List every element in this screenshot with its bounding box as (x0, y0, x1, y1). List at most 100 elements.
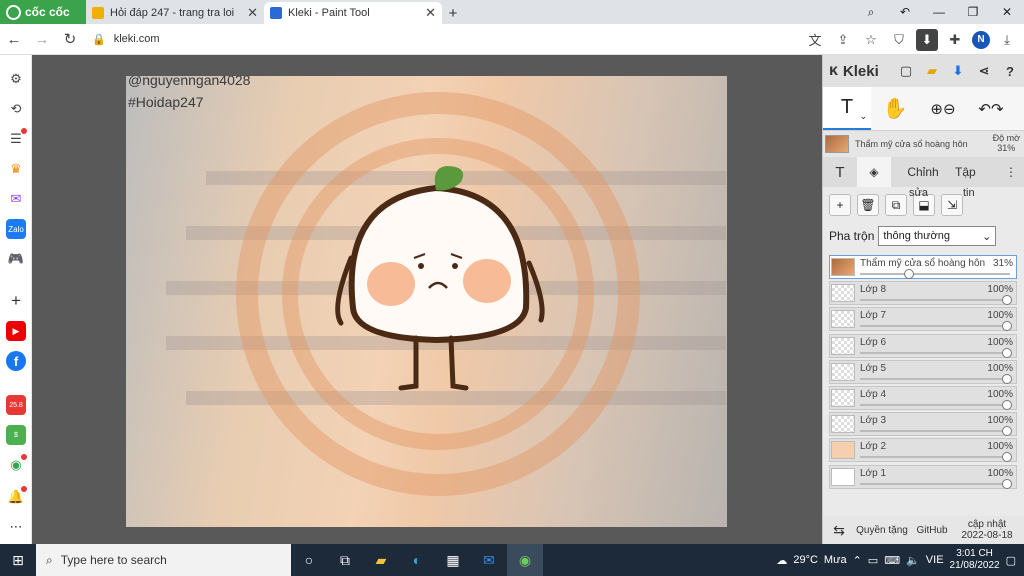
facebook-icon[interactable]: f (6, 351, 26, 371)
back-arrow-icon[interactable]: ← (0, 25, 28, 53)
layer-opacity-slider[interactable] (860, 299, 1010, 302)
tab-file[interactable]: Tập (955, 157, 976, 187)
game-controller-icon[interactable]: 🎮 (6, 249, 26, 269)
coccoc-menu-button[interactable]: cốc cốc (0, 0, 86, 24)
slider-knob[interactable] (1002, 452, 1012, 463)
layer-opacity-slider[interactable] (860, 351, 1010, 354)
tab-text-icon[interactable]: T (823, 157, 857, 187)
crown-icon[interactable]: ♛ (6, 159, 26, 179)
more-icon[interactable]: ⋯ (6, 517, 26, 537)
slider-knob[interactable] (1002, 426, 1012, 437)
history-icon[interactable]: ⟲ (6, 99, 26, 119)
reload-icon[interactable]: ↻ (56, 25, 84, 53)
back-history-icon[interactable]: ↶ (888, 0, 922, 24)
bookmark-star-icon[interactable]: ☆ (860, 29, 882, 51)
slider-knob[interactable] (1002, 347, 1012, 358)
youtube-icon[interactable]: ▶ (6, 321, 26, 341)
duplicate-layer-icon[interactable]: ⧉ (885, 194, 907, 216)
layer-item[interactable]: Lớp 1 100% (829, 464, 1017, 489)
shield-icon[interactable]: ⛉ (888, 29, 910, 51)
close-window-icon[interactable]: ✕ (990, 0, 1024, 24)
layer-opacity-slider[interactable] (860, 404, 1010, 406)
restore-icon[interactable]: ❐ (956, 0, 990, 24)
slider-knob[interactable] (904, 269, 915, 279)
zoom-in-out-icon[interactable]: ⊕⊖ (919, 87, 967, 130)
save-download-icon[interactable]: ⬇ (948, 61, 968, 81)
shopping-icon[interactable]: 25.8 (6, 395, 26, 415)
help-icon[interactable]: ? (1000, 61, 1020, 81)
url-field[interactable]: 🔒 kleki.com (92, 28, 782, 50)
layer-opacity-slider[interactable] (860, 273, 1010, 275)
windows-start-icon[interactable]: ⊞ (0, 544, 36, 576)
site-info-icon[interactable]: 🔒 (92, 33, 106, 46)
github-link[interactable]: GitHub (909, 525, 955, 536)
slider-knob[interactable] (1002, 295, 1012, 306)
mail-icon[interactable]: ✉ (471, 544, 507, 576)
chevron-up-icon[interactable]: ⌃ (853, 554, 862, 567)
tab-kleki[interactable]: Kleki - Paint Tool ✕ (264, 2, 442, 24)
edge-icon[interactable]: ◐ (399, 544, 435, 576)
layer-opacity-slider[interactable] (860, 377, 1010, 380)
tab-search-icon[interactable]: ⌕ (854, 0, 888, 24)
settings-gear-icon[interactable]: ⚙ (6, 69, 26, 89)
taskbar-search[interactable]: ⌕ Type here to search (36, 544, 291, 576)
tab-layers-icon[interactable]: ◈ (857, 157, 891, 187)
forward-arrow-icon[interactable]: → (28, 25, 56, 53)
slider-knob[interactable] (1002, 321, 1012, 332)
minimize-icon[interactable]: — (922, 0, 956, 24)
layer-item[interactable]: Lớp 3 100% (829, 412, 1017, 437)
coccoc-map-icon[interactable]: ◉ (6, 454, 27, 475)
new-image-icon[interactable]: ▢ (896, 61, 916, 81)
layer-opacity-slider[interactable] (860, 430, 1010, 433)
extensions-icon[interactable]: ✚ (944, 29, 966, 51)
slider-knob[interactable] (1002, 478, 1012, 489)
layer-item[interactable]: Lớp 2 100% (829, 438, 1017, 463)
new-tab-button[interactable]: + (442, 2, 464, 24)
zalo-icon[interactable]: Zalo (6, 219, 26, 239)
layer-item[interactable]: Lớp 6 100% (829, 333, 1017, 358)
cortana-icon[interactable]: ○ (291, 544, 327, 576)
translate-icon[interactable]: 文 (804, 29, 826, 51)
profile-avatar[interactable]: N (972, 30, 990, 49)
reading-list-icon[interactable]: ☰ (6, 128, 27, 149)
tab-more-icon[interactable]: ⋮ (1001, 157, 1021, 187)
slider-knob[interactable] (1002, 373, 1012, 384)
add-sidebar-item-icon[interactable]: + (6, 291, 26, 311)
downloads-icon[interactable]: ⤓ (996, 29, 1018, 51)
layer-item[interactable]: Lớp 7 100% (829, 307, 1017, 332)
layer-opacity-slider[interactable] (860, 456, 1010, 459)
text-tool-button[interactable]: T ⌄ (823, 87, 871, 130)
layer-opacity-slider[interactable] (860, 325, 1010, 328)
layer-item[interactable]: Lớp 5 100% (829, 359, 1017, 384)
clock[interactable]: 3:01 CH 21/08/2022 (950, 548, 1000, 572)
rename-layer-icon[interactable]: ⇲ (941, 194, 963, 216)
battery-icon[interactable]: ▭ (868, 554, 878, 567)
layer-opacity-slider[interactable] (860, 482, 1010, 485)
language-indicator[interactable]: VIE (926, 554, 944, 566)
drawing-canvas[interactable]: @nguyenngan4028 #Hoidap247 (126, 76, 727, 527)
file-explorer-icon[interactable]: ▰ (363, 544, 399, 576)
add-layer-icon[interactable]: + (829, 194, 851, 216)
blend-mode-select[interactable]: thông thường ⌄ (878, 226, 997, 246)
notifications-icon[interactable]: ▢ (1006, 554, 1016, 567)
undo-redo-icon[interactable]: ↶↷ (967, 87, 1015, 130)
update-info[interactable]: cập nhật 2022-08-18 (955, 519, 1019, 541)
volume-icon[interactable]: 🔈 (906, 554, 920, 567)
network-icon[interactable]: ⌨ (884, 554, 900, 567)
coccoc-taskbar-icon[interactable]: ◉ (507, 544, 543, 576)
task-view-icon[interactable]: ⧉ (327, 544, 363, 576)
open-folder-icon[interactable]: ▰ (922, 61, 942, 81)
swap-icon[interactable]: ⇆ (823, 522, 855, 539)
tab-hoidap[interactable]: Hỏi đáp 247 - trang tra loi ✕ (86, 2, 264, 24)
download-media-icon[interactable]: ⬇ (916, 28, 938, 51)
hand-tool-button[interactable]: ✋ (871, 87, 919, 130)
layer-item[interactable]: Lớp 4 100% (829, 386, 1017, 410)
donate-link[interactable]: Quyền tặng (855, 525, 909, 536)
tab-adjust[interactable]: Chỉnh (891, 157, 955, 187)
current-preset[interactable]: Thẩm mỹ cửa sổ hoàng hôn Độ mờ 31% (823, 131, 1024, 157)
close-tab-icon[interactable]: ✕ (425, 5, 436, 21)
store-icon[interactable]: ▦ (435, 544, 471, 576)
layer-item[interactable]: Lớp 8 100% (829, 281, 1017, 306)
temperature[interactable]: 29°C (793, 554, 818, 566)
layer-item[interactable]: Thẩm mỹ cửa sổ hoàng hôn 31% (829, 255, 1017, 279)
